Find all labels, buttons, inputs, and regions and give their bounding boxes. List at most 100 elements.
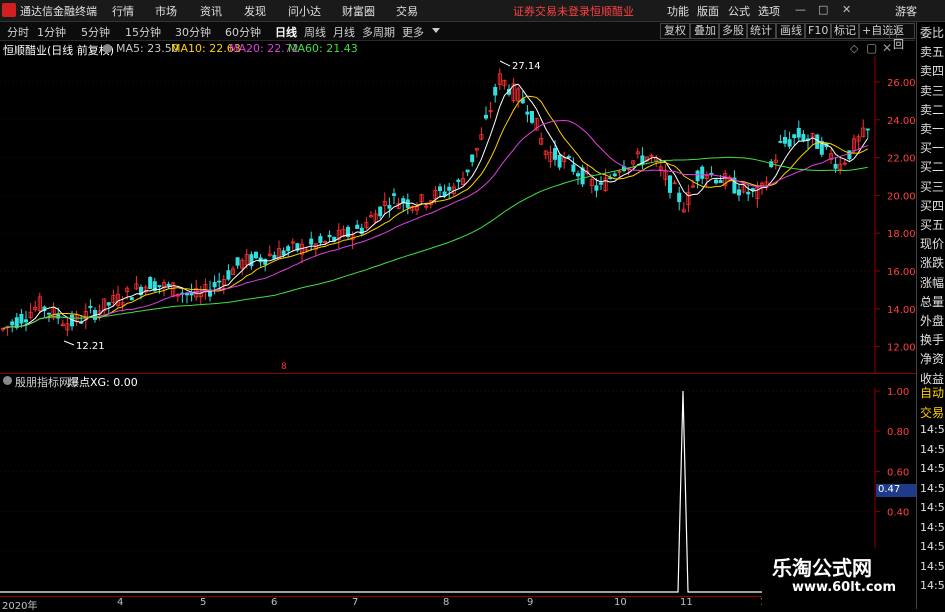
candle-body bbox=[833, 163, 838, 169]
ma-lines bbox=[2, 83, 869, 329]
period-60min[interactable]: 60分钟 bbox=[225, 24, 261, 40]
minimize-icon[interactable]: — bbox=[795, 3, 806, 16]
candle-body bbox=[10, 321, 15, 326]
low-label: 12.21 bbox=[76, 341, 105, 352]
tool-huaxian[interactable]: 画线 bbox=[776, 23, 806, 39]
settings-dot-icon[interactable] bbox=[103, 44, 112, 53]
candle-body bbox=[553, 148, 558, 160]
candle-body bbox=[387, 205, 392, 209]
period-month[interactable]: 月线 bbox=[333, 24, 355, 40]
period-15min[interactable]: 15分钟 bbox=[125, 24, 161, 40]
candle-body bbox=[668, 175, 673, 193]
expand-icon[interactable]: ▢ bbox=[866, 41, 877, 55]
candle-body bbox=[525, 111, 530, 115]
quote-label: 涨幅 bbox=[920, 275, 945, 290]
menu-gongneng[interactable]: 功能 bbox=[667, 3, 689, 19]
menu-caifuquan[interactable]: 财富圈 bbox=[342, 3, 375, 19]
tool-diejia[interactable]: 叠加 bbox=[690, 23, 720, 39]
menu-zixun[interactable]: 资讯 bbox=[200, 3, 222, 19]
candle-body bbox=[212, 282, 217, 288]
menu-shichang[interactable]: 市场 bbox=[155, 3, 177, 19]
diamond-icon[interactable]: ◇ bbox=[850, 42, 858, 55]
candle-body bbox=[106, 302, 111, 306]
menu-gongshi[interactable]: 公式 bbox=[728, 3, 750, 19]
quote-label: 净资 bbox=[920, 352, 945, 367]
candle-body bbox=[746, 191, 751, 195]
x-tick: 10 bbox=[614, 597, 627, 608]
quote-label: 卖二 bbox=[920, 102, 945, 117]
indicator-settings-icon[interactable] bbox=[3, 376, 12, 385]
tool-fanhui[interactable]: 返回 bbox=[889, 23, 915, 51]
indicator-grid bbox=[0, 390, 875, 553]
auto-trade-label[interactable]: 自动 bbox=[920, 384, 944, 401]
period-multi[interactable]: 多周期 bbox=[362, 24, 395, 40]
auto-trade-label[interactable]: 交易 bbox=[920, 404, 944, 421]
menu-hangqing[interactable]: 行情 bbox=[112, 3, 134, 19]
x-tick: 5 bbox=[200, 597, 207, 608]
tool-duogu[interactable]: 多股 bbox=[718, 23, 748, 39]
candle-body bbox=[709, 173, 714, 175]
menu-banmian[interactable]: 版面 bbox=[697, 3, 719, 19]
close-icon[interactable]: ✕ bbox=[842, 3, 851, 16]
x-tick: 2020年 bbox=[2, 601, 38, 612]
candle-body bbox=[815, 134, 820, 149]
candle-body bbox=[226, 270, 231, 280]
period-week[interactable]: 周线 bbox=[304, 24, 326, 40]
x-tick: 11 bbox=[680, 597, 693, 608]
ma5-line bbox=[2, 83, 869, 329]
tool-fuquan[interactable]: 复权 bbox=[660, 23, 690, 39]
menu-xuanxiang[interactable]: 选项 bbox=[758, 3, 780, 19]
app-logo-icon bbox=[2, 3, 16, 17]
indicator-tick-label: 1.00 bbox=[887, 388, 909, 398]
menu-wenxiaoda[interactable]: 问小达 bbox=[288, 3, 321, 19]
low-arrow bbox=[63, 340, 75, 346]
indicator-tick-label: 0.60 bbox=[887, 467, 909, 478]
period-5min[interactable]: 5分钟 bbox=[81, 24, 110, 40]
candle-body bbox=[263, 258, 268, 265]
chevron-down-icon[interactable] bbox=[432, 28, 440, 33]
candle-body bbox=[576, 173, 581, 177]
candle-body bbox=[272, 254, 277, 259]
candle-body bbox=[286, 246, 291, 252]
tool-biaoji[interactable]: 标记 bbox=[830, 23, 860, 39]
period-30min[interactable]: 30分钟 bbox=[175, 24, 211, 40]
price-tick-label: 22.00 bbox=[887, 154, 916, 165]
tick-time: 14:56 bbox=[920, 559, 945, 573]
quote-label: 买五 bbox=[920, 218, 945, 232]
quote-label: 卖一 bbox=[920, 122, 945, 136]
ma60-line bbox=[2, 156, 868, 329]
period-fenshi[interactable]: 分时 bbox=[7, 24, 29, 40]
candle-body bbox=[378, 206, 383, 217]
period-day[interactable]: 日线 bbox=[275, 24, 297, 40]
candle-body bbox=[318, 236, 323, 243]
candle-body bbox=[677, 192, 682, 203]
menu-jiaoyi[interactable]: 交易 bbox=[396, 3, 418, 19]
kline-chart[interactable]: 26.00 24.00 22.00 20.00 18.00 16.00 14.00 12.00… bbox=[0, 56, 916, 373]
ma60-label: MA60: 21.43 bbox=[288, 42, 358, 55]
period-more[interactable]: 更多 bbox=[402, 24, 424, 40]
quote-panel: 委比 卖五 卖四 卖三 卖二 卖一 买一 买二 买三 买四 买五 现价 涨跌 涨幅 总量 外盘 换手 净资 收益 自… bbox=[916, 22, 945, 609]
candle-body bbox=[594, 185, 599, 191]
menu-faxian[interactable]: 发现 bbox=[244, 3, 266, 19]
x-tick: 7 bbox=[352, 597, 359, 608]
trade-login-notice[interactable]: 证券交易未登录 bbox=[513, 3, 590, 19]
period-bar: 分时 1分钟 5分钟 15分钟 30分钟 60分钟 日线 周线 月线 多周期 更… bbox=[0, 22, 915, 51]
candle-body bbox=[865, 128, 870, 131]
quote-label: 涨跌 bbox=[920, 256, 945, 271]
period-1min[interactable]: 1分钟 bbox=[37, 24, 66, 40]
tool-f10[interactable]: F10 bbox=[804, 23, 833, 39]
candle-body bbox=[778, 141, 783, 143]
tool-tongji[interactable]: 统计 bbox=[746, 23, 776, 39]
candle-body bbox=[47, 312, 52, 315]
candle-body bbox=[695, 170, 700, 182]
ma5-label: MA5: 23.50 bbox=[116, 42, 179, 55]
maximize-icon[interactable]: □ bbox=[818, 3, 828, 16]
indicator-ticks: 1.000.800.600.400.20 bbox=[875, 388, 909, 559]
candle-body bbox=[530, 110, 535, 123]
chart-close-icon[interactable]: ✕ bbox=[882, 41, 892, 55]
quote-label: 买一 bbox=[920, 141, 945, 156]
price-tick-label: 24.00 bbox=[887, 116, 916, 127]
guest-label[interactable]: 游客 bbox=[895, 3, 917, 19]
candle-body bbox=[391, 193, 396, 196]
candle-body bbox=[700, 166, 705, 179]
